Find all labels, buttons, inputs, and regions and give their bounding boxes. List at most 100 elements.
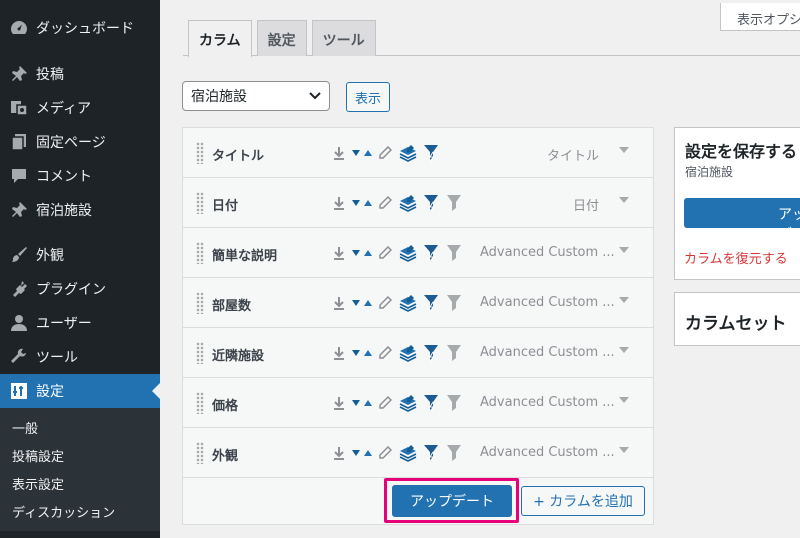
column-row[interactable]: 価格 Advanced Custom ...: [183, 378, 653, 428]
sidebar-item-comments[interactable]: コメント: [0, 159, 160, 193]
expand-toggle-icon[interactable]: [617, 243, 631, 257]
filter-icon[interactable]: [443, 343, 465, 363]
edit-type-icon[interactable]: [351, 343, 373, 363]
expand-toggle-icon[interactable]: [617, 443, 631, 457]
sort-icon[interactable]: [328, 293, 350, 313]
sort-icon[interactable]: [328, 243, 350, 263]
drag-handle-icon[interactable]: [196, 392, 204, 414]
sort-icon[interactable]: [328, 343, 350, 363]
column-feature-icons: [328, 293, 466, 313]
pencil-icon[interactable]: [374, 243, 396, 263]
column-name: 部屋数: [212, 299, 252, 314]
smart-filter-icon[interactable]: [420, 343, 442, 363]
submenu-item-discussion[interactable]: ディスカッション: [0, 497, 160, 525]
wrench-icon: [9, 347, 29, 367]
tab-settings[interactable]: 設定: [256, 20, 307, 56]
screen-options-button[interactable]: 表示オプション: [720, 3, 800, 31]
drag-handle-icon[interactable]: [196, 342, 204, 364]
sort-icon[interactable]: [328, 143, 350, 163]
edit-type-icon[interactable]: [351, 243, 373, 263]
column-row[interactable]: 外観 Advanced Custom ...: [183, 428, 653, 478]
pencil-icon[interactable]: [374, 443, 396, 463]
column-type: タイトル: [546, 149, 599, 164]
restore-columns-link[interactable]: カラムを復元する: [684, 248, 788, 267]
smart-filter-icon[interactable]: [420, 193, 442, 213]
pin-icon: [9, 200, 29, 220]
sidebar-item-accommodation[interactable]: 宿泊施設: [0, 193, 160, 227]
smart-filter-icon[interactable]: [420, 143, 442, 163]
expand-toggle-icon[interactable]: [617, 343, 631, 357]
bulk-edit-icon[interactable]: [397, 143, 419, 163]
sort-icon[interactable]: [328, 443, 350, 463]
sidebar-item-label: 投稿: [36, 67, 64, 83]
column-feature-icons: [328, 243, 466, 263]
tab-tools[interactable]: ツール: [311, 20, 376, 56]
submenu-item-writing[interactable]: 投稿設定: [0, 441, 160, 469]
expand-toggle-icon[interactable]: [617, 393, 631, 407]
pencil-icon[interactable]: [374, 193, 396, 213]
filter-icon[interactable]: [443, 243, 465, 263]
bulk-edit-icon[interactable]: [397, 343, 419, 363]
column-row[interactable]: タイトル タイトル: [183, 128, 653, 178]
drag-handle-icon[interactable]: [196, 142, 204, 164]
pencil-icon[interactable]: [374, 393, 396, 413]
bulk-edit-icon[interactable]: [397, 393, 419, 413]
submenu-item-reading[interactable]: 表示設定: [0, 469, 160, 497]
edit-type-icon[interactable]: [351, 393, 373, 413]
sidebar-item-tools[interactable]: ツール: [0, 340, 160, 374]
edit-type-icon[interactable]: [351, 293, 373, 313]
drag-handle-icon[interactable]: [196, 192, 204, 214]
edit-type-icon[interactable]: [351, 143, 373, 163]
settings-submenu: 一般 投稿設定 表示設定 ディスカッション: [0, 408, 160, 531]
sidebar-item-posts[interactable]: 投稿: [0, 57, 160, 91]
edit-type-icon[interactable]: [351, 193, 373, 213]
post-type-select[interactable]: 宿泊施設: [182, 81, 330, 111]
smart-filter-icon[interactable]: [420, 443, 442, 463]
sidebar-item-label: ユーザー: [36, 316, 92, 332]
sidebar-item-settings[interactable]: 設定: [0, 374, 160, 408]
column-row[interactable]: 簡単な説明 Advanced Custom ...: [183, 228, 653, 278]
show-button[interactable]: 表示: [346, 82, 390, 112]
bulk-edit-icon[interactable]: [397, 243, 419, 263]
sidebar-item-appearance[interactable]: 外観: [0, 238, 160, 272]
sidebar-item-pages[interactable]: 固定ページ: [0, 125, 160, 159]
add-column-button[interactable]: + カラムを追加: [521, 486, 645, 516]
pencil-icon[interactable]: [374, 143, 396, 163]
smart-filter-icon[interactable]: [420, 293, 442, 313]
column-row[interactable]: 日付 日付: [183, 178, 653, 228]
drag-handle-icon[interactable]: [196, 242, 204, 264]
filter-icon[interactable]: [443, 393, 465, 413]
sort-icon[interactable]: [328, 193, 350, 213]
bulk-edit-icon[interactable]: [397, 443, 419, 463]
filter-icon[interactable]: [443, 443, 465, 463]
smart-filter-icon[interactable]: [420, 243, 442, 263]
column-row[interactable]: 近隣施設 Advanced Custom ...: [183, 328, 653, 378]
sidebar-item-plugins[interactable]: プラグイン: [0, 272, 160, 306]
drag-handle-icon[interactable]: [196, 292, 204, 314]
sidebar-item-media[interactable]: メディア: [0, 91, 160, 125]
bulk-edit-icon[interactable]: [397, 193, 419, 213]
page-icon: [9, 132, 29, 152]
submenu-item-general[interactable]: 一般: [0, 413, 160, 441]
drag-handle-icon[interactable]: [196, 442, 204, 464]
column-type: Advanced Custom ...: [480, 345, 615, 360]
tab-columns[interactable]: カラム: [188, 20, 252, 57]
smart-filter-icon[interactable]: [420, 393, 442, 413]
edit-type-icon[interactable]: [351, 443, 373, 463]
update-button[interactable]: アップデート: [392, 485, 512, 517]
dashboard-icon: [9, 18, 29, 38]
filter-icon[interactable]: [443, 193, 465, 213]
save-update-button[interactable]: アップデート: [684, 198, 800, 243]
pencil-icon[interactable]: [374, 293, 396, 313]
pencil-icon[interactable]: [374, 343, 396, 363]
sort-icon[interactable]: [328, 393, 350, 413]
expand-toggle-icon[interactable]: [617, 193, 631, 207]
bulk-edit-icon[interactable]: [397, 293, 419, 313]
expand-toggle-icon[interactable]: [617, 143, 631, 157]
expand-toggle-icon[interactable]: [617, 293, 631, 307]
filter-icon[interactable]: [443, 293, 465, 313]
column-row[interactable]: 部屋数 Advanced Custom ...: [183, 278, 653, 328]
plugin-icon: [9, 279, 29, 299]
sidebar-item-dashboard[interactable]: ダッシュボード: [0, 11, 160, 45]
sidebar-item-users[interactable]: ユーザー: [0, 306, 160, 340]
